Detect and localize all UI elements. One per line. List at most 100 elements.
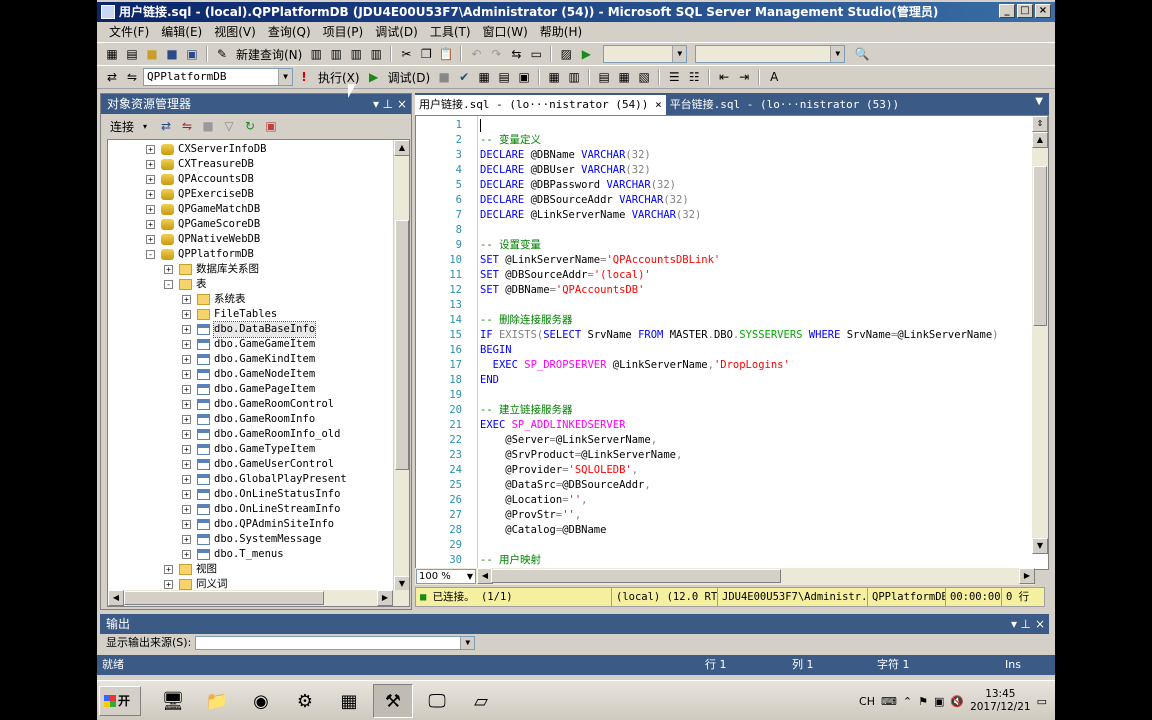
maximize-button[interactable]: □ [1017, 4, 1033, 18]
tree-node[interactable]: + dbo.SystemMessage [182, 532, 321, 547]
scroll-thumb[interactable] [1033, 166, 1047, 326]
parse-icon[interactable]: ✔ [455, 68, 473, 86]
output-source-select[interactable]: ▼ [195, 636, 476, 650]
open-file-icon[interactable]: ■ [143, 45, 161, 63]
change-connection-icon[interactable]: ⇋ [123, 68, 141, 86]
window-icon[interactable]: ▭ [527, 45, 545, 63]
ssms-taskbar-icon[interactable]: ⚒ [373, 684, 413, 718]
expand-icon[interactable]: + [182, 520, 191, 529]
show-desktop-icon[interactable]: ▭ [1037, 695, 1047, 708]
redo-icon[interactable]: ↷ [487, 45, 505, 63]
tree-node[interactable]: - QPPlatformDB [146, 247, 254, 262]
specify-values-icon[interactable]: A [765, 68, 783, 86]
volume-icon[interactable]: 🔇 [950, 695, 964, 708]
connect-icon[interactable]: ⇄ [103, 68, 121, 86]
include-plan-icon[interactable]: ▦ [545, 68, 563, 86]
results-grid-icon[interactable]: ▦ [615, 68, 633, 86]
expand-icon[interactable]: + [182, 430, 191, 439]
language-indicator[interactable]: CH [859, 695, 875, 708]
results-file-icon[interactable]: ▧ [635, 68, 653, 86]
expand-icon[interactable]: + [164, 265, 173, 274]
expand-icon[interactable]: + [146, 235, 155, 244]
decrease-indent-icon[interactable]: ⇤ [715, 68, 733, 86]
tab-list-icon[interactable]: ▼ [1035, 96, 1043, 107]
tree-node[interactable]: + CXTreasureDB [146, 157, 254, 172]
expand-icon[interactable]: + [146, 190, 155, 199]
expand-icon[interactable]: + [182, 535, 191, 544]
tree-node[interactable]: + dbo.QPAdminSiteInfo [182, 517, 334, 532]
tree-node[interactable]: + QPAccountsDB [146, 172, 254, 187]
database-select[interactable]: QPPlatformDB ▼ [143, 68, 293, 86]
copy-icon[interactable]: ❐ [417, 45, 435, 63]
comment-out-icon[interactable]: ☰ [665, 68, 683, 86]
solution-platform-combo[interactable]: ▼ [695, 45, 846, 63]
remote-desktop-icon[interactable]: 🖵 [417, 684, 457, 718]
query-db-icon[interactable]: ▥ [307, 45, 325, 63]
menu-project[interactable]: 项目(P) [317, 23, 370, 41]
tree-node[interactable]: + dbo.GlobalPlayPresent [182, 472, 347, 487]
collapse-icon[interactable]: - [164, 280, 173, 289]
pin-icon[interactable]: ⊥ [1021, 614, 1031, 634]
expand-icon[interactable]: + [182, 445, 191, 454]
scroll-thumb[interactable] [395, 220, 409, 470]
panel-close-icon[interactable]: × [397, 94, 407, 114]
tree-node[interactable]: + dbo.GamePageItem [182, 382, 315, 397]
expand-icon[interactable]: + [146, 175, 155, 184]
expand-icon[interactable]: + [146, 220, 155, 229]
tree-node[interactable]: + dbo.GameTypeItem [182, 442, 315, 457]
expand-icon[interactable]: + [182, 550, 191, 559]
report-icon[interactable]: ▨ [557, 45, 575, 63]
tree-node[interactable]: + dbo.GameUserControl [182, 457, 334, 472]
expand-icon[interactable]: + [182, 460, 191, 469]
tree-node[interactable]: + dbo.GameRoomInfo_old [182, 427, 340, 442]
tree-node[interactable]: -表 [164, 277, 207, 292]
close-button[interactable]: × [1035, 4, 1051, 18]
connect-server-icon[interactable]: ⇄ [157, 117, 175, 135]
tree-node[interactable]: + QPGameScoreDB [146, 217, 260, 232]
clock[interactable]: 13:45 2017/12/21 [970, 688, 1031, 714]
menu-debug[interactable]: 调试(D) [369, 23, 424, 41]
estimated-plan-icon[interactable]: ▦ [475, 68, 493, 86]
tree-node[interactable]: + dbo.DataBaseInfo [182, 321, 317, 338]
tree-node[interactable]: + dbo.GameRoomInfo [182, 412, 315, 427]
menu-window[interactable]: 窗口(W) [477, 23, 534, 41]
chrome-icon[interactable]: ◉ [241, 684, 281, 718]
tree-node[interactable]: + QPGameMatchDB [146, 202, 260, 217]
tab-platform-link[interactable]: 平台链接.sql - (lo···nistrator (53)) [666, 95, 903, 115]
disconnect-icon[interactable]: ⇋ [178, 117, 196, 135]
scroll-right-icon[interactable]: ▶ [377, 590, 393, 606]
increase-indent-icon[interactable]: ⇥ [735, 68, 753, 86]
expand-icon[interactable]: + [182, 340, 191, 349]
panel-menu-icon[interactable]: ▾ [373, 94, 379, 114]
tree-node[interactable]: + 系统表 [182, 292, 246, 307]
undo-icon[interactable]: ↶ [467, 45, 485, 63]
uncomment-icon[interactable]: ☷ [685, 68, 703, 86]
expand-icon[interactable]: + [182, 355, 191, 364]
network-tool-icon[interactable]: ⚙ [285, 684, 325, 718]
tree-node[interactable]: + 数据库关系图 [164, 262, 259, 277]
expand-icon[interactable]: + [146, 145, 155, 154]
expand-icon[interactable]: + [164, 565, 173, 574]
expand-icon[interactable]: + [146, 160, 155, 169]
start-icon[interactable]: ▶ [577, 45, 595, 63]
tree-node[interactable]: + dbo.OnLineStreamInfo [182, 502, 340, 517]
minimize-button[interactable]: _ [999, 4, 1015, 18]
expand-icon[interactable]: + [182, 310, 191, 319]
expand-icon[interactable]: + [182, 415, 191, 424]
save-icon[interactable]: ■ [163, 45, 181, 63]
expand-icon[interactable]: + [182, 325, 191, 334]
menu-help[interactable]: 帮助(H) [534, 23, 588, 41]
expand-icon[interactable]: + [182, 490, 191, 499]
find-icon[interactable]: 🔍 [853, 45, 871, 63]
scroll-right-icon[interactable]: ▶ [1019, 568, 1035, 584]
activity-monitor-icon[interactable]: ▣ [262, 117, 280, 135]
tray-expand-icon[interactable]: ⌃ [903, 695, 912, 708]
title-bar[interactable]: 用户链接.sql - (local).QPPlatformDB (JDU4E00… [97, 2, 1055, 22]
panel-close-icon[interactable]: × [1035, 614, 1045, 634]
keyboard-icon[interactable]: ⌨ [881, 695, 897, 708]
tree-node[interactable]: + QPExerciseDB [146, 187, 254, 202]
expand-icon[interactable]: + [182, 385, 191, 394]
start-button[interactable]: 开始 [99, 686, 141, 716]
file-explorer-icon[interactable]: 📁 [197, 684, 237, 718]
query-dmx-icon[interactable]: ▥ [347, 45, 365, 63]
